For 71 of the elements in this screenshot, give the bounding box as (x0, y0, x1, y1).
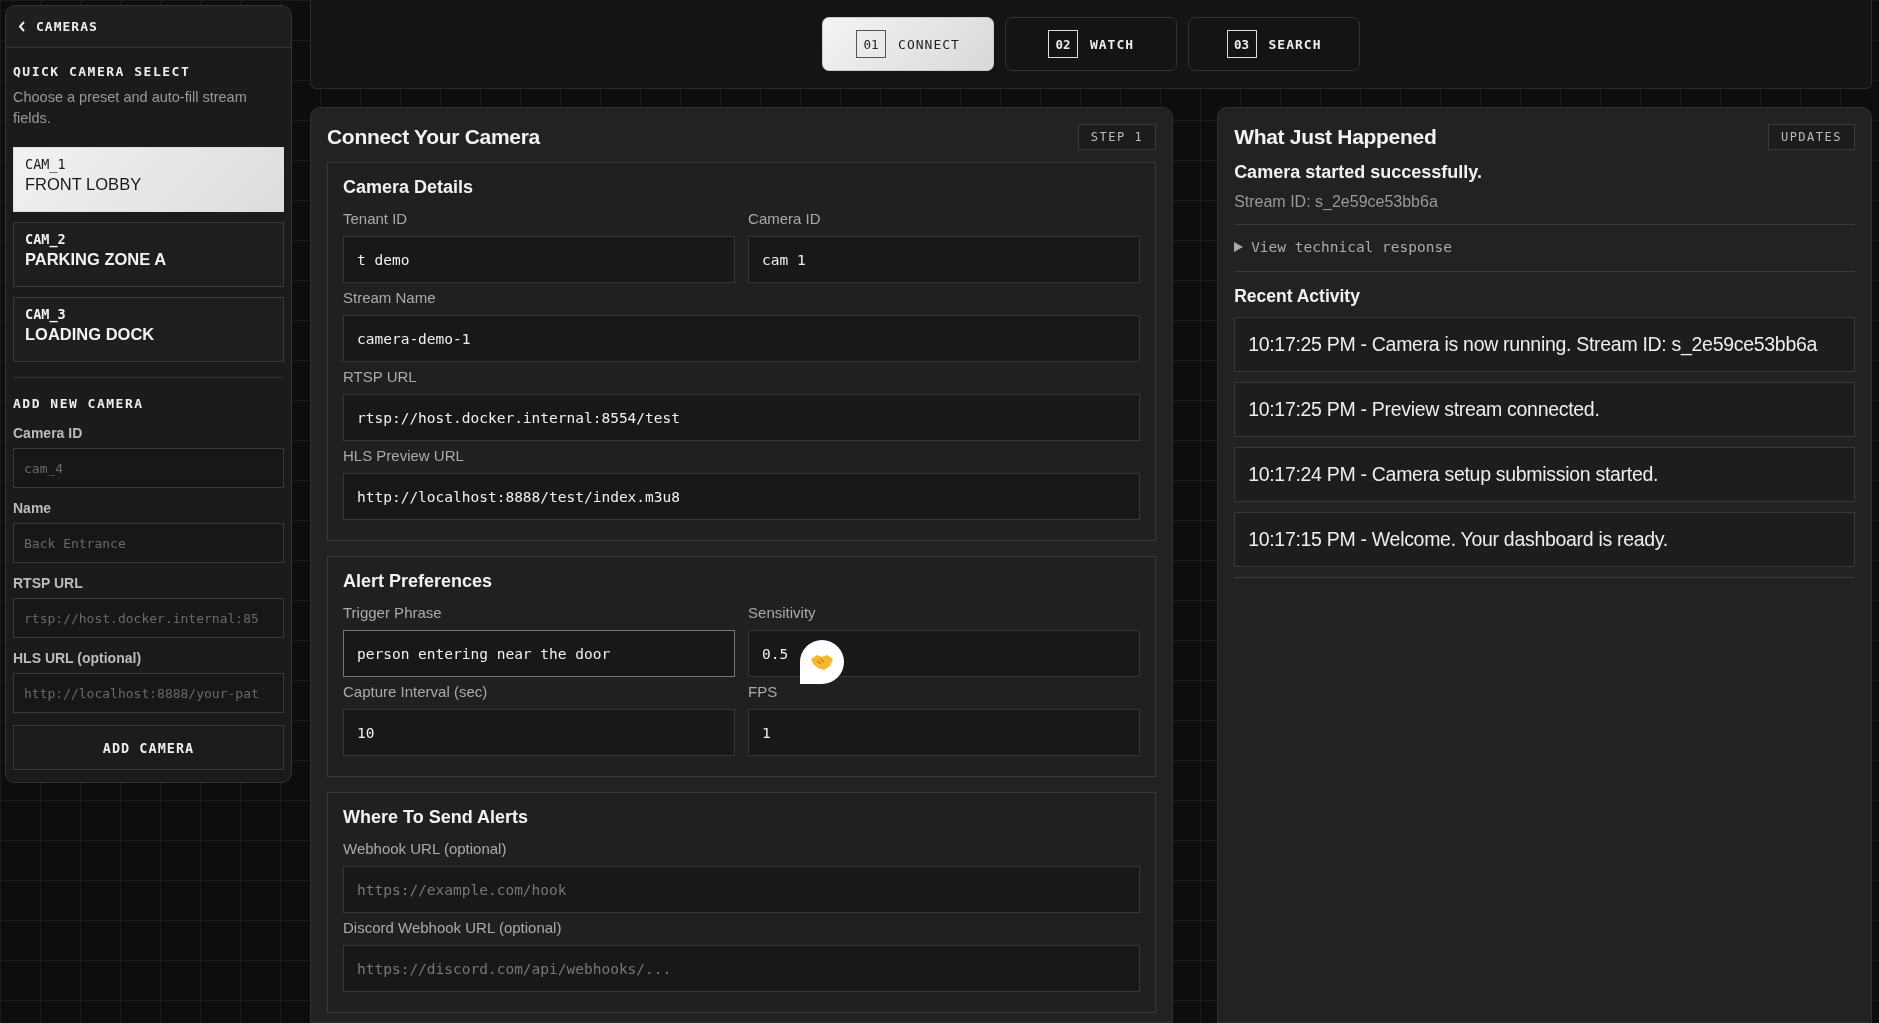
input-field[interactable]: 0.5 (748, 630, 1141, 677)
section-description: Choose a preset and auto-fill stream fields. (13, 88, 248, 128)
back-label: CAMERAS (36, 19, 98, 34)
input-field[interactable]: 1 (748, 709, 1141, 756)
camera-preset[interactable]: CAM_2 PARKING ZONE A (13, 222, 284, 287)
section-title: ADD NEW CAMERA (13, 396, 145, 411)
step-number: 03 (1226, 30, 1257, 58)
step-label: CONNECT (898, 36, 960, 52)
preset-id: CAM_2 (25, 231, 66, 247)
section-title: Where To Send Alerts (343, 807, 530, 828)
field-label: RTSP URL (343, 368, 418, 385)
input-field[interactable]: cam_4 (13, 448, 284, 488)
field-label: FPS (748, 683, 779, 700)
back-link[interactable]: CAMERAS (6, 6, 291, 48)
field-label: Discord Webhook URL (optional) (343, 919, 563, 936)
step-number: 01 (856, 30, 887, 58)
status-message: Camera started successfully. (1234, 162, 1483, 183)
step-label: WATCH (1089, 36, 1135, 52)
preset-name: LOADING DOCK (25, 325, 155, 344)
activity-entry: 10:17:25 PM - Camera is now running. Stream ID: s_2e59ce53bb6a (1234, 317, 1855, 372)
back-icon (18, 21, 26, 32)
camera-preset[interactable]: CAM_3 LOADING DOCK (13, 297, 284, 362)
field-label: Tenant ID (343, 210, 409, 227)
input-field[interactable]: person entering near the door (343, 630, 736, 677)
field-label: HLS URL (optional) (13, 650, 143, 666)
step-tab[interactable]: 01 CONNECT (822, 17, 994, 71)
section-title: Alert Preferences (343, 571, 494, 592)
field-label: HLS Preview URL (343, 447, 465, 464)
field-label: Camera ID (13, 425, 84, 441)
preset-id: CAM_3 (25, 306, 66, 322)
input-field[interactable]: https://discord.com/api/webhooks/... (343, 945, 1141, 992)
step-label: SEARCH (1268, 36, 1322, 52)
panel-title: Connect Your Camera (327, 125, 540, 149)
input-field[interactable]: https://example.com/hook (343, 866, 1141, 913)
field-label: Trigger Phrase (343, 604, 443, 621)
step-tab[interactable]: 03 SEARCH (1188, 17, 1360, 71)
field-label: Capture Interval (sec) (343, 683, 489, 700)
step-tab[interactable]: 02 WATCH (1005, 17, 1177, 71)
preset-name: PARKING ZONE A (25, 250, 167, 269)
field-label: Sensitivity (748, 604, 817, 621)
activity-entry: 10:17:25 PM - Preview stream connected. (1234, 382, 1855, 437)
panel-title: What Just Happened (1234, 125, 1437, 149)
input-field[interactable]: t_demo (343, 236, 736, 283)
activity-entry: 10:17:15 PM - Welcome. Your dashboard is ready. (1234, 512, 1855, 567)
field-label: RTSP URL (13, 575, 84, 591)
input-field[interactable]: http://localhost:8888/your-pat (13, 673, 284, 713)
preset-id: CAM_1 (25, 156, 66, 172)
field-label: Name (13, 500, 53, 516)
add-camera-button[interactable]: ADD CAMERA (13, 725, 284, 770)
field-label: Stream Name (343, 289, 437, 306)
handshake-icon (810, 652, 835, 672)
input-field[interactable]: rtsp://host.docker.internal:85 (13, 598, 284, 638)
field-label: Webhook URL (optional) (343, 840, 508, 857)
field-label: Camera ID (748, 210, 822, 227)
input-field[interactable]: rtsp://host.docker.internal:8554/test (343, 394, 1141, 441)
input-field[interactable]: cam_1 (748, 236, 1141, 283)
stream-id: Stream ID: s_2e59ce53bb6a (1234, 193, 1439, 211)
preset-name: FRONT LOBBY (25, 175, 142, 194)
input-field[interactable]: camera-demo-1 (343, 315, 1141, 362)
activity-entry: 10:17:24 PM - Camera setup submission started. (1234, 447, 1855, 502)
updates-badge: UPDATES (1767, 124, 1855, 150)
input-field[interactable]: Back Entrance (13, 523, 284, 563)
section-title: Recent Activity (1234, 286, 1361, 307)
details-toggle[interactable]: View technical response (1234, 225, 1855, 271)
section-title: QUICK CAMERA SELECT (13, 64, 192, 79)
camera-preset[interactable]: CAM_1 FRONT LOBBY (13, 147, 284, 212)
step-number: 02 (1047, 30, 1078, 58)
input-field[interactable]: http://localhost:8888/test/index.m3u8 (343, 473, 1141, 520)
input-field[interactable]: 10 (343, 709, 736, 756)
step-badge: STEP 1 (1077, 124, 1157, 150)
section-title: Camera Details (343, 177, 475, 198)
